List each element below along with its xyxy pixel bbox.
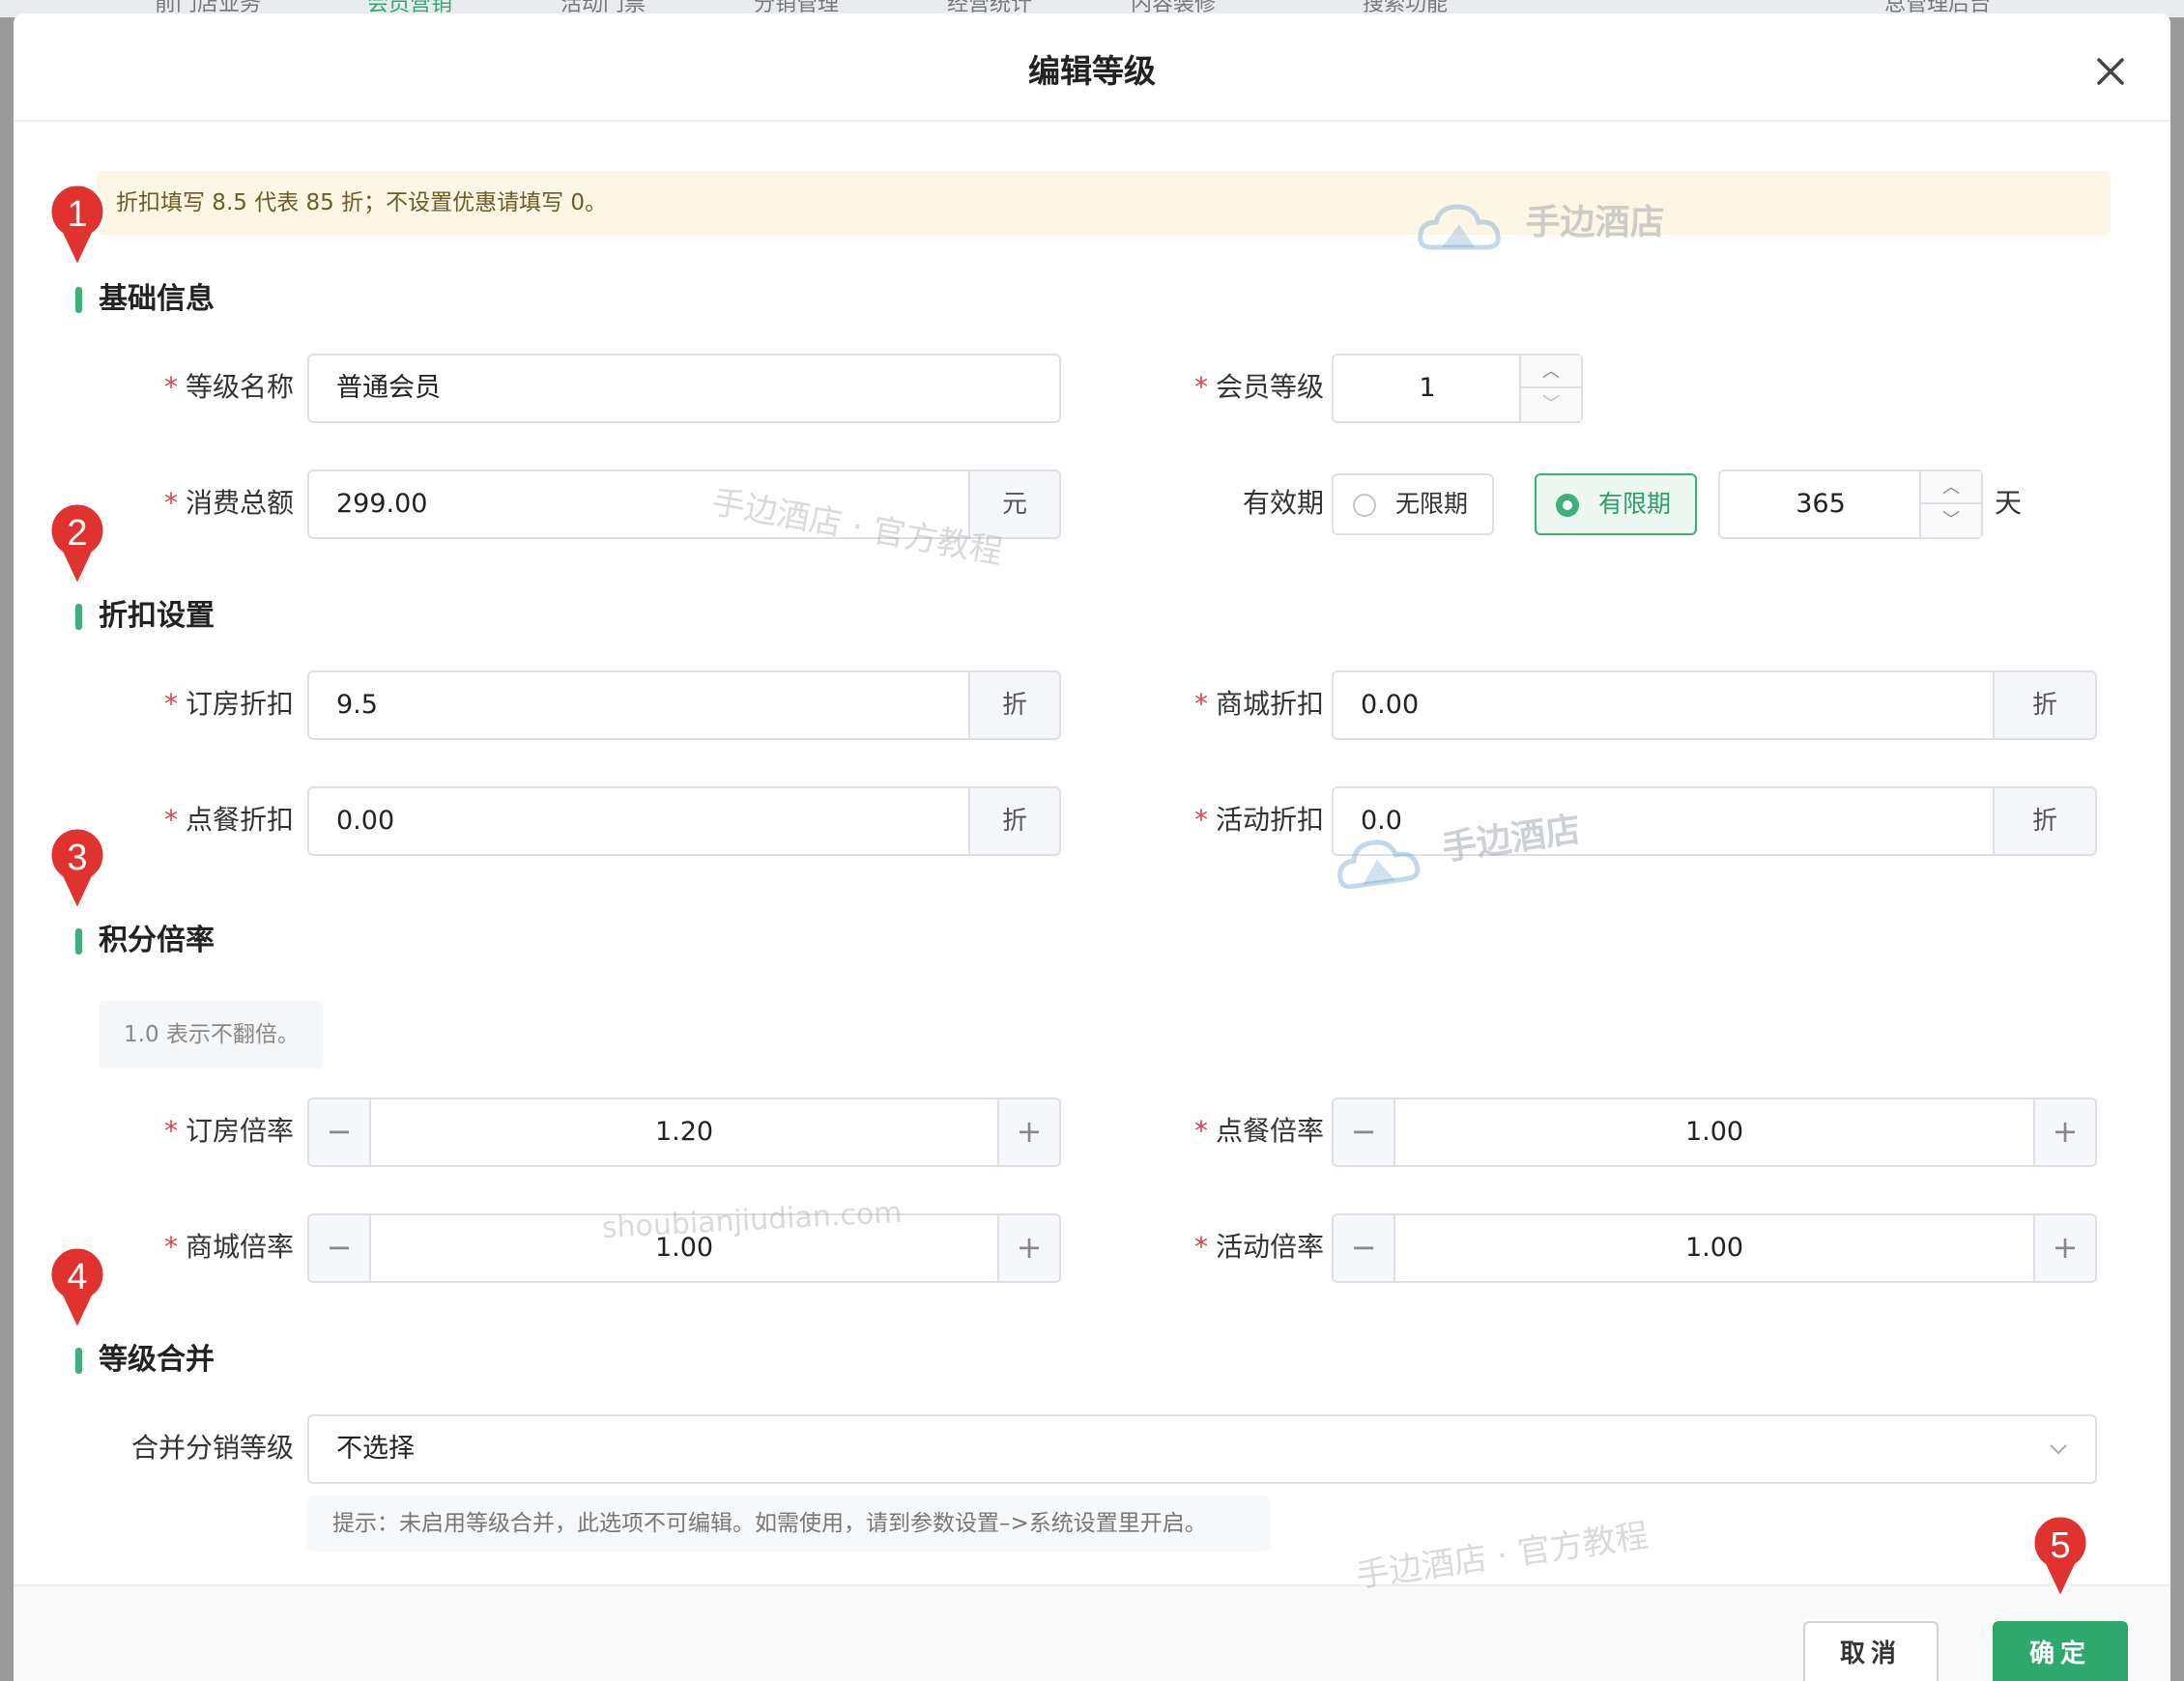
total-spend-label: * 消费总额 <box>163 487 294 519</box>
chevron-up-icon[interactable]: ︿ <box>1921 471 1981 504</box>
room-rate-value[interactable]: 1.20 <box>371 1099 997 1165</box>
member-level-label: * 会员等级 <box>1193 371 1324 403</box>
plus-icon[interactable]: + <box>2033 1215 2095 1281</box>
points-rate-hint: 1.0 表示不翻倍。 <box>99 1001 323 1068</box>
confirm-button[interactable]: 确定 <box>1993 1621 2128 1681</box>
section-basic-info: 基础信息 <box>75 280 215 319</box>
validity-label: 有效期 <box>1242 487 1324 519</box>
section-level-merge: 等级合并 <box>75 1341 215 1380</box>
merge-level-selected: 不选择 <box>336 1434 415 1464</box>
modal-title: 编辑等级 <box>1028 52 1156 90</box>
step-marker-5: 5 <box>2031 1517 2089 1598</box>
activity-rate-value[interactable]: 1.00 <box>1395 1215 2033 1281</box>
radio-limited[interactable]: 有限期 <box>1535 473 1697 535</box>
minus-icon[interactable]: − <box>309 1215 371 1281</box>
chevron-down-icon[interactable]: ﹀ <box>1521 388 1581 421</box>
section-discount: 折扣设置 <box>75 597 215 636</box>
mall-rate-label: * 商城倍率 <box>163 1231 294 1263</box>
cancel-button[interactable]: 取消 <box>1803 1621 1939 1681</box>
room-rate-stepper: − 1.20 + <box>307 1097 1061 1167</box>
validity-days-stepper[interactable]: 365 ︿ ﹀ <box>1718 470 1983 539</box>
discount-unit: 折 <box>968 786 1061 856</box>
merge-level-label: 合并分销等级 <box>130 1432 294 1464</box>
close-icon[interactable] <box>2091 52 2130 91</box>
mall-discount-label: * 商城折扣 <box>1193 688 1324 720</box>
dining-discount-input[interactable]: 0.00 <box>307 786 970 856</box>
edit-level-modal: 编辑等级 折扣填写 8.5 代表 85 折；不设置优惠请填写 0。 基础信息 *… <box>14 14 2170 1681</box>
section-points-rate: 积分倍率 <box>75 922 215 960</box>
plus-icon[interactable]: + <box>997 1099 1059 1165</box>
activity-rate-stepper: − 1.00 + <box>1332 1213 2097 1283</box>
chevron-up-icon[interactable]: ︿ <box>1521 356 1581 388</box>
activity-discount-label: * 活动折扣 <box>1193 804 1324 836</box>
discount-unit: 折 <box>968 670 1061 740</box>
step-marker-1: 1 <box>48 185 106 267</box>
merge-disabled-note: 提示：未启用等级合并，此选项不可编辑。如需使用，请到参数设置–>系统设置里开启。 <box>307 1496 1270 1552</box>
discount-unit: 折 <box>1993 670 2097 740</box>
room-rate-label: * 订房倍率 <box>163 1115 294 1147</box>
dining-discount-label: * 点餐折扣 <box>163 804 294 836</box>
level-name-label: * 等级名称 <box>163 371 294 403</box>
minus-icon[interactable]: − <box>1334 1099 1395 1165</box>
minus-icon[interactable]: − <box>309 1099 371 1165</box>
tutorial-watermark: 手边酒店 · 官方教程 <box>1354 1516 1652 1596</box>
member-level-stepper[interactable]: 1 ︿ ﹀ <box>1332 354 1583 423</box>
level-name-input[interactable]: 普通会员 <box>307 354 1061 423</box>
radio-selected-icon <box>1556 494 1579 517</box>
stepper-arrows: ︿ ﹀ <box>1919 471 1981 537</box>
room-discount-label: * 订房折扣 <box>163 688 294 720</box>
chevron-down-icon <box>2050 1444 2067 1455</box>
days-unit: 天 <box>1995 487 2023 519</box>
member-level-value[interactable]: 1 <box>1334 356 1521 421</box>
merge-level-select[interactable]: 不选择 <box>307 1414 2097 1484</box>
radio-circle-icon <box>1353 494 1376 517</box>
step-marker-2: 2 <box>48 504 106 585</box>
radio-unlimited[interactable]: 无限期 <box>1332 473 1494 535</box>
activity-rate-label: * 活动倍率 <box>1193 1231 1324 1263</box>
discount-unit: 折 <box>1993 786 2097 856</box>
chevron-down-icon[interactable]: ﹀ <box>1921 504 1981 537</box>
plus-icon[interactable]: + <box>2033 1099 2095 1165</box>
stepper-arrows: ︿ ﹀ <box>1519 356 1581 421</box>
modal-footer: 取消 确定 <box>14 1584 2170 1681</box>
dining-rate-label: * 点餐倍率 <box>1193 1115 1324 1147</box>
mall-discount-input[interactable]: 0.00 <box>1332 670 1995 740</box>
room-discount-input[interactable]: 9.5 <box>307 670 970 740</box>
plus-icon[interactable]: + <box>997 1215 1059 1281</box>
modal-header: 编辑等级 <box>14 14 2170 122</box>
brand-watermark: 手边酒店 <box>1417 193 1665 255</box>
cloud-logo-icon <box>1337 840 1421 890</box>
step-marker-3: 3 <box>48 829 106 910</box>
discount-tip-banner: 折扣填写 8.5 代表 85 折；不设置优惠请填写 0。 <box>97 171 2111 235</box>
cloud-logo-icon <box>1418 204 1501 250</box>
minus-icon[interactable]: − <box>1334 1215 1395 1281</box>
step-marker-4: 4 <box>48 1248 106 1329</box>
validity-days-value[interactable]: 365 <box>1720 471 1921 537</box>
dining-rate-value[interactable]: 1.00 <box>1395 1099 2033 1165</box>
dining-rate-stepper: − 1.00 + <box>1332 1097 2097 1167</box>
